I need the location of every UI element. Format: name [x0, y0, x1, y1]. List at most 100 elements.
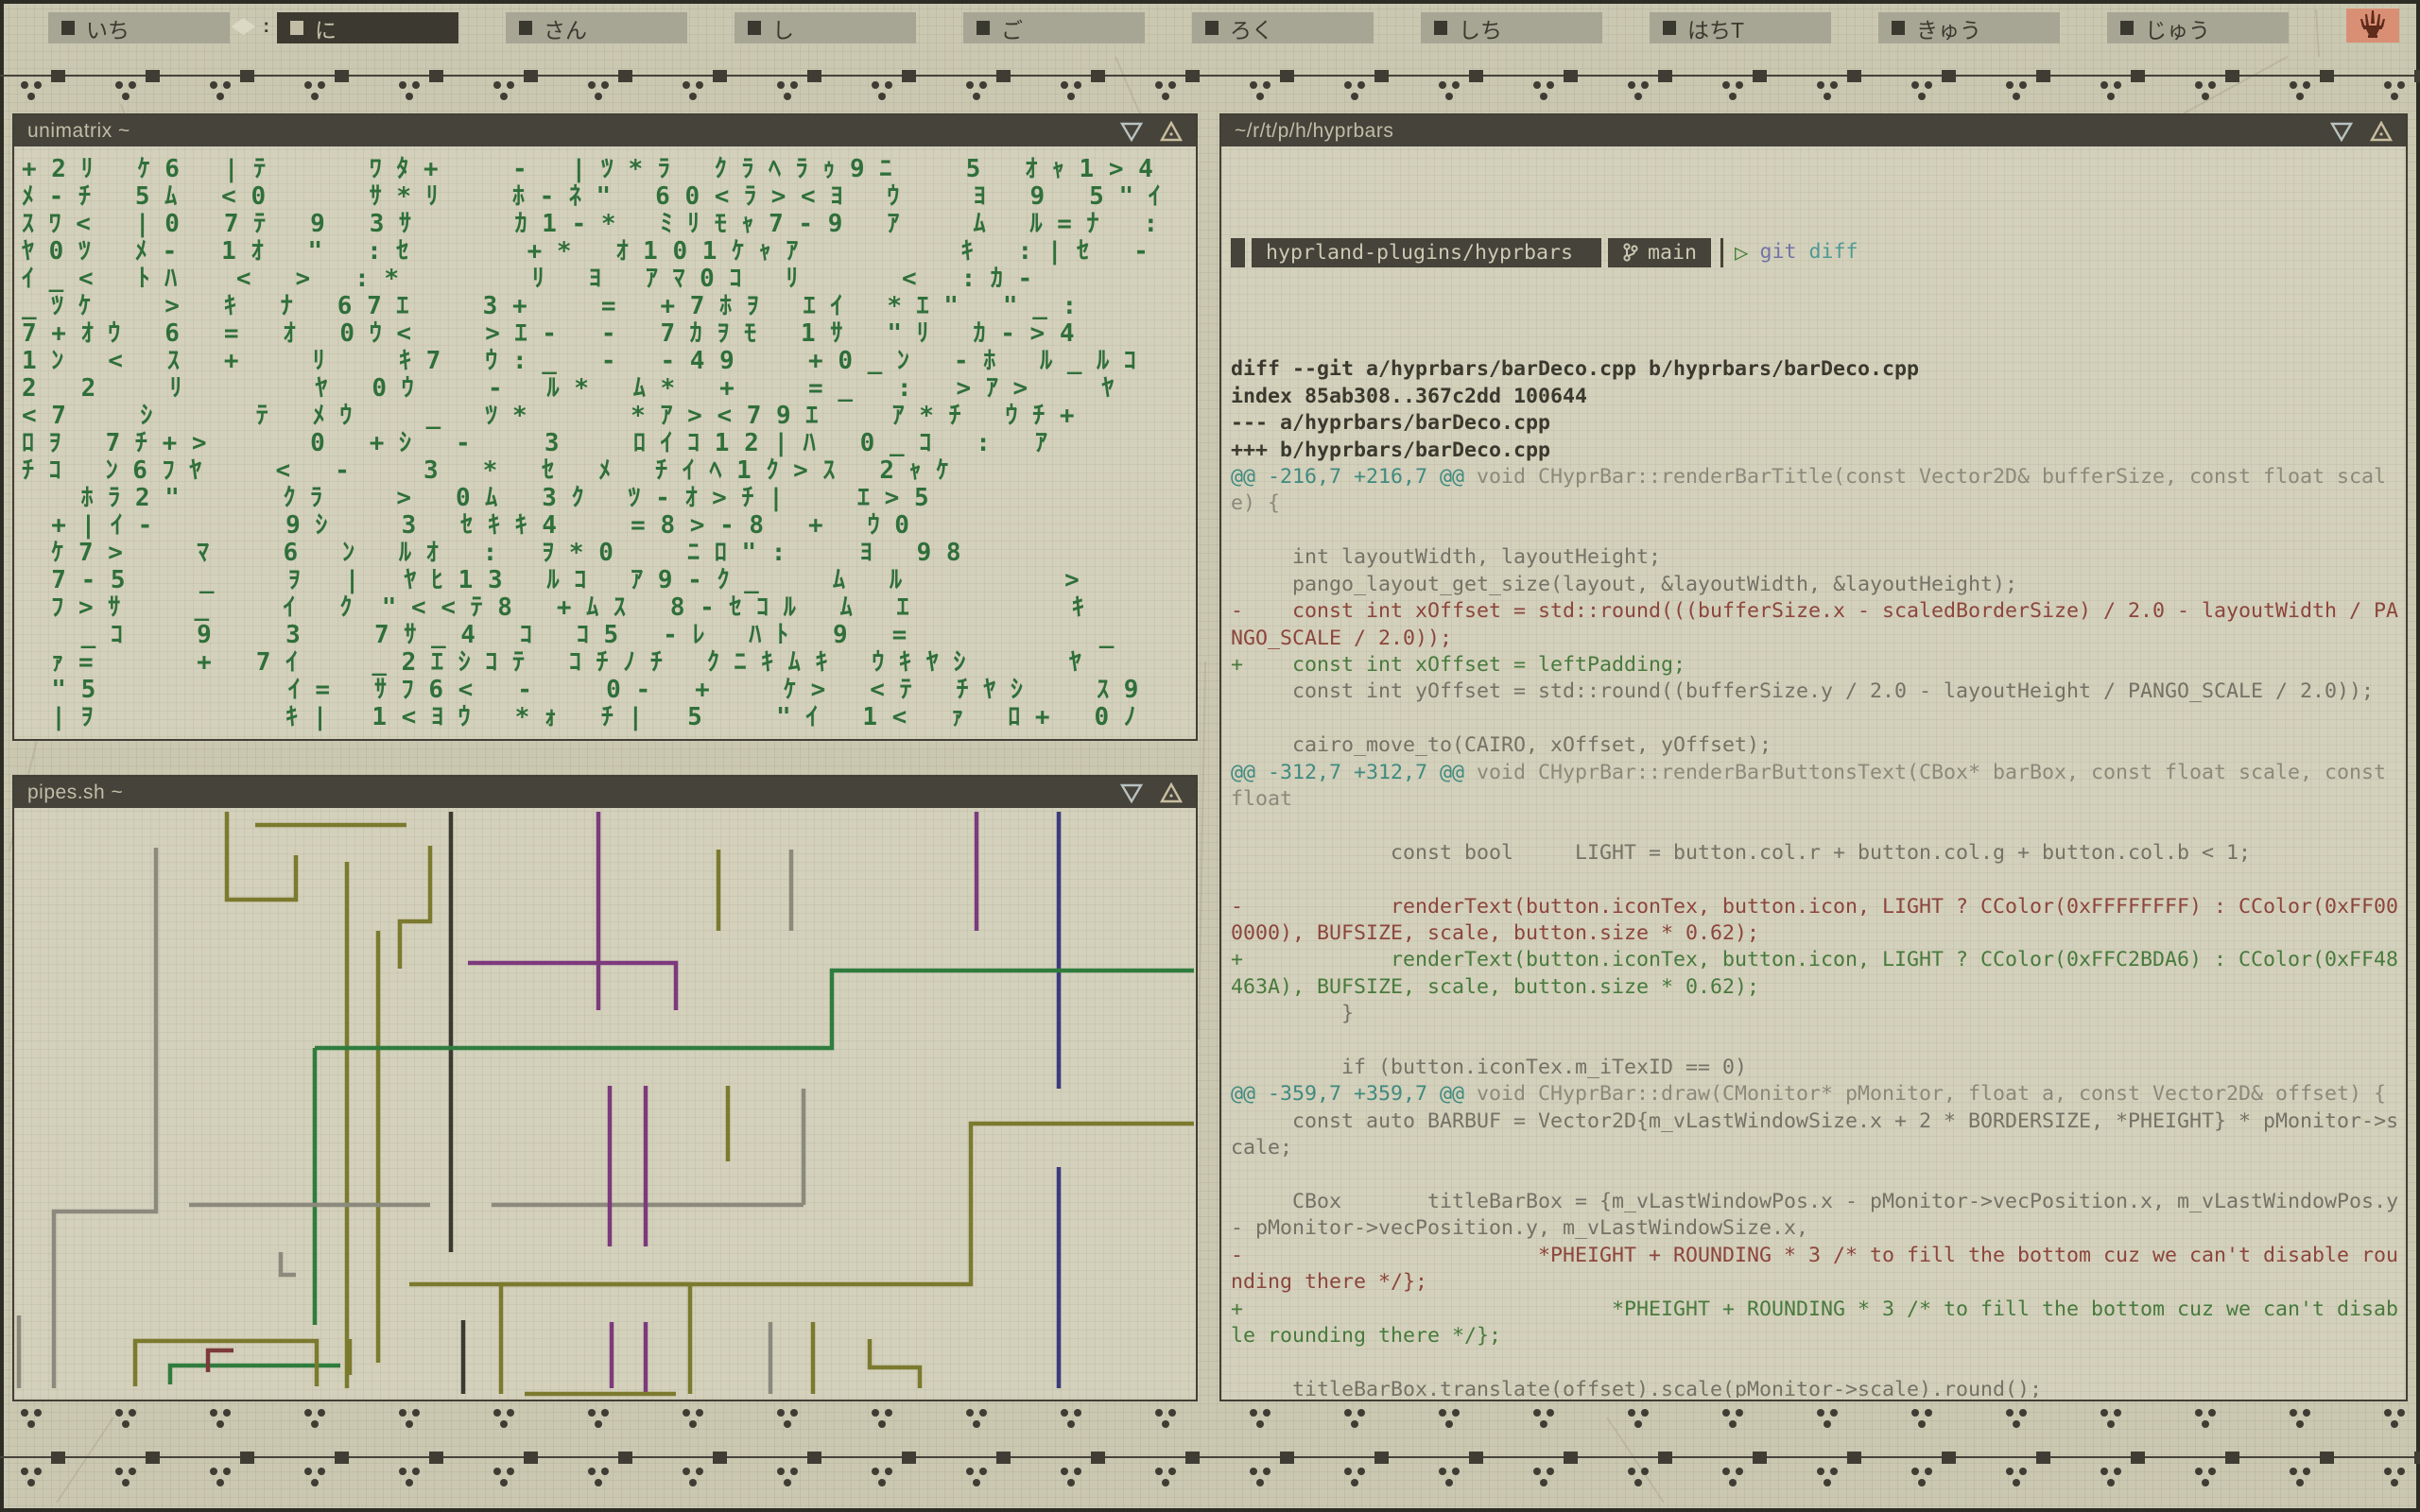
- triangle-down-icon: [1120, 121, 1143, 142]
- matrix-row: 1 ﾝ < ｽ + ﾘ ｷ 7 ｳ : _ - - 4 9 + 0 _ ﾝ - …: [22, 348, 1196, 375]
- minimize-triangle-button[interactable]: [1120, 782, 1143, 803]
- triangle-alert-icon: [1160, 121, 1183, 142]
- workspace-tab-はちT[interactable]: はちT: [1650, 12, 1831, 43]
- workspace-pointer-decor: :: [231, 18, 269, 35]
- pipe-segment: [468, 963, 676, 1010]
- diff-line-hunk: @@ -359,7 +359,7 @@ void CHyprBar::draw(…: [1231, 1081, 2402, 1108]
- window-unimatrix: unimatrix ~ + 2 ﾘ ｹ 6 | ﾃ ﾜ ﾀ + - | ﾂ * …: [12, 113, 1198, 741]
- prompt-directory-chip: hyprland-plugins/hyprbars: [1252, 238, 1587, 267]
- terminal-output[interactable]: hyprland-plugins/hyprbars main ▷ git dif…: [1221, 146, 2406, 1398]
- diamond-icon: [231, 18, 255, 35]
- matrix-row: + | ｲ - 9 ｼ 3 ｾ ｷ ｷ 4 = 8 > - 8 + ｳ 0: [22, 512, 1196, 540]
- workspace-square-icon: [1434, 21, 1447, 35]
- matrix-row: < 7 ｼ ﾃ ﾒ ｳ _ ﾂ * * ｱ > < 7 9 ｴ ｱ * ﾁ ｳ …: [22, 403, 1196, 430]
- titlebar-pipes[interactable]: pipes.sh ~: [14, 777, 1196, 808]
- workspace-label: ろく: [1230, 12, 1273, 44]
- minimize-triangle-button[interactable]: [1120, 121, 1143, 142]
- prompt-edge-block: [1231, 238, 1245, 267]
- diff-line-blank: [1231, 706, 2402, 732]
- workspace-tab-ご[interactable]: ご: [963, 12, 1145, 43]
- workspace-label: し: [772, 12, 794, 44]
- diff-line-blank: [1231, 1162, 2402, 1189]
- diff-line-add: + *PHEIGHT + ROUNDING * 3 /* to fill the…: [1231, 1297, 2402, 1350]
- workspace-square-icon: [290, 21, 303, 35]
- colon-decor: :: [263, 18, 269, 35]
- triangle-alert-icon: [1160, 782, 1183, 803]
- diff-line-meta: index 85ab308..367c2dd 100644: [1231, 384, 2402, 410]
- close-triangle-button[interactable]: [1160, 782, 1183, 803]
- close-triangle-button[interactable]: [1160, 121, 1183, 142]
- diff-line-hunk: @@ -312,7 +312,7 @@ void CHyprBar::rende…: [1231, 760, 2402, 814]
- workspace-square-icon: [1892, 21, 1905, 35]
- matrix-row: 7 + ｵ ｳ 6 = ｵ 0 ｳ < > ｴ - - 7 ｶ ｦ ﾓ 1 ｻ …: [22, 320, 1196, 348]
- matrix-row: ﾌ > ｻ _ ｲ ｸ " < < ﾃ 8 + ﾑ ｽ 8 - ｾ ｺ ﾙ ﾑ …: [22, 594, 1196, 622]
- wallpaper-strip-top: [0, 45, 2420, 113]
- pipes-art: [14, 808, 1196, 1400]
- workspace-tab-に[interactable]: に: [277, 12, 458, 43]
- git-branch-icon: [1622, 242, 1639, 263]
- command-argument: diff: [1809, 239, 1858, 266]
- prompt-branch: main: [1648, 238, 1697, 267]
- matrix-row: ﾒ - ﾁ 5 ﾑ < 0 ｻ * ﾘ ﾎ - ﾈ " 6 0 < ﾗ > < …: [22, 183, 1196, 211]
- pipe-segment: [501, 1284, 690, 1394]
- shell-prompt-top: hyprland-plugins/hyprbars main ▷ git dif…: [1231, 236, 2402, 268]
- workspace-tab-し[interactable]: し: [735, 12, 916, 43]
- diff-line-blank: [1231, 518, 2402, 544]
- pipe-segment: [870, 1339, 920, 1388]
- launcher-emblem-button[interactable]: [2346, 9, 2399, 43]
- workspace-label: しち: [1459, 12, 1502, 44]
- prompt-edge-block: [1587, 238, 1601, 267]
- window-pipes: pipes.sh ~: [12, 775, 1198, 1401]
- workspace-tab-いち[interactable]: いち:: [48, 12, 230, 43]
- wallpaper-strip-bottom: [0, 1401, 2420, 1512]
- diff-line-ctx: CBox titleBarBox = {m_vLastWindowPos.x -…: [1231, 1189, 2402, 1243]
- matrix-row: | ｦ ｷ | 1 < ﾖ ｳ * ｫ ﾁ | 5 " ｲ 1 < ｧ ﾛ + …: [22, 704, 1196, 731]
- diff-line-meta: --- a/hyprbars/barDeco.cpp: [1231, 410, 2402, 437]
- workspace-tab-きゅう[interactable]: きゅう: [1878, 12, 2060, 43]
- matrix-row: ｽ ﾜ < | 0 7 ﾃ 9 3 ｻ ｶ 1 - * ﾐ ﾘ ﾓ ｬ 7 - …: [22, 211, 1196, 238]
- diff-line-ctx: const bool LIGHT = button.col.r + button…: [1231, 840, 2402, 867]
- workspace-tab-じゅう[interactable]: じゅう: [2107, 12, 2289, 43]
- diff-line-blank: [1231, 1349, 2402, 1376]
- workspace-square-icon: [519, 21, 532, 35]
- desktop: いち: に さん し ご ろく しち はちT きゅう じゅう unimatrix ~: [0, 0, 2420, 1512]
- pipe-segment: [315, 971, 1194, 1048]
- diff-line-ctx: pango_layout_get_size(layout, &layoutWid…: [1231, 572, 2402, 598]
- diff-line-ctx: int layoutWidth, layoutHeight;: [1231, 544, 2402, 571]
- workspace-square-icon: [977, 21, 990, 35]
- window-title: ~/r/t/p/h/hyprbars: [1235, 120, 2313, 143]
- diff-line-add: + renderText(button.iconTex, button.icon…: [1231, 947, 2402, 1001]
- close-triangle-button[interactable]: [2370, 121, 2393, 142]
- titlebar-unimatrix[interactable]: unimatrix ~: [14, 115, 1196, 146]
- diff-line-ctx: }: [1231, 1001, 2402, 1027]
- matrix-row: ｲ _ < ﾄ ﾊ < > : * ﾘ ﾖ ｱ ﾏ 0 ｺ ﾘ < : ｶ -: [22, 266, 1196, 293]
- window-terminal-hyprbars: ~/r/t/p/h/hyprbars hyprland-plugins/hypr…: [1219, 113, 2408, 1401]
- matrix-row: ｧ = + 7 ｲ _ 2 ｴ ｼ ｺ ﾃ ｺ ﾁ ﾉ ﾁ ｸ ﾆ ｷ ﾑ ｷ …: [22, 649, 1196, 677]
- diff-line-ctx: const int yOffset = std::round((bufferSi…: [1231, 679, 2402, 705]
- minimize-triangle-button[interactable]: [2330, 121, 2353, 142]
- workspace-tab-ろく[interactable]: ろく: [1192, 12, 1374, 43]
- diff-line-ctx: const auto BARBUF = Vector2D{m_vLastWind…: [1231, 1108, 2402, 1162]
- matrix-row: ﾁ ｺ ﾝ 6 ﾌ ﾔ < - 3 * ｾ ﾒ ﾁ ｲ ﾍ 1 ｸ > ｽ 2 …: [22, 457, 1196, 485]
- diff-line-hunk: @@ -216,7 +216,7 @@ void CHyprBar::rende…: [1231, 464, 2402, 518]
- triangle-alert-icon: [2370, 121, 2393, 142]
- workspace-tabs: いち: に さん し ご ろく しち はちT きゅう じゅう: [48, 12, 2289, 43]
- titlebar-terminal[interactable]: ~/r/t/p/h/hyprbars: [1221, 115, 2406, 146]
- throne-emblem-icon: [2357, 10, 2389, 41]
- diff-line-del: - renderText(button.iconTex, button.icon…: [1231, 894, 2402, 948]
- workspace-tab-さん[interactable]: さん: [506, 12, 687, 43]
- diff-line-ctx: if (button.iconTex.m_iTexID == 0): [1231, 1055, 2402, 1081]
- git-diff-output: diff --git a/hyprbars/barDeco.cpp b/hypr…: [1231, 356, 2402, 1398]
- workspace-tab-しち[interactable]: しち: [1421, 12, 1602, 43]
- prompt-branch-chip: main: [1608, 238, 1711, 267]
- diff-line-blank: [1231, 813, 2402, 839]
- pipe-segment: [54, 848, 156, 1388]
- workspace-square-icon: [748, 21, 761, 35]
- matrix-rain: + 2 ﾘ ｹ 6 | ﾃ ﾜ ﾀ + - | ﾂ * ﾗ ｸ ﾗ ﾍ ﾗ ｩ …: [14, 146, 1196, 731]
- diff-line-ctx: titleBarBox.translate(offset).scale(pMon…: [1231, 1377, 2402, 1398]
- workspace-label: ご: [1001, 12, 1023, 44]
- workspace-label: きゅう: [1916, 12, 1981, 44]
- workspace-label: いち: [86, 12, 130, 44]
- matrix-row: ﾔ 0 ﾂ ﾒ - 1 ｵ " : ｾ + * ｵ 1 0 1 ｹ ｬ ｱ ｷ …: [22, 238, 1196, 266]
- diff-line-ctx: cairo_move_to(CAIRO, xOffset, yOffset);: [1231, 732, 2402, 759]
